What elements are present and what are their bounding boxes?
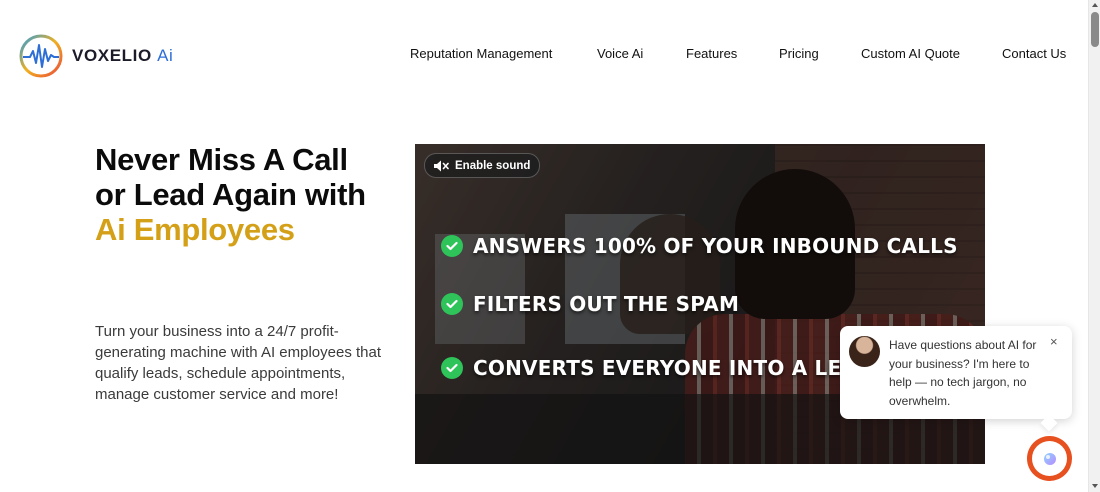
- nav-custom-ai-quote[interactable]: Custom AI Quote: [861, 46, 960, 61]
- hero-title-line2: or Lead Again with: [95, 177, 366, 212]
- chat-bubble-icon: [1032, 441, 1067, 476]
- close-icon[interactable]: ×: [1050, 334, 1058, 349]
- nav-features[interactable]: Features: [686, 46, 737, 61]
- hero-subtitle: Turn your business into a 24/7 profit-ge…: [95, 323, 382, 403]
- video-bullet: CONVERTS EVERYONE INTO A LEA: [441, 356, 857, 380]
- page-scrollbar[interactable]: [1088, 0, 1100, 492]
- nav-reputation-management[interactable]: Reputation Management: [410, 46, 552, 61]
- hero-title: Never Miss A Call or Lead Again with Ai …: [95, 142, 415, 247]
- enable-sound-label: Enable sound: [455, 159, 531, 172]
- scroll-up-arrow-icon[interactable]: [1092, 3, 1098, 7]
- video-bullet-text: CONVERTS EVERYONE INTO A LEA: [473, 356, 858, 380]
- check-circle-icon: [441, 235, 463, 257]
- enable-sound-button[interactable]: Enable sound: [424, 153, 541, 178]
- main-nav: Reputation Management Voice Ai Features …: [0, 46, 1088, 64]
- video-bullet-text: FILTERS OUT THE SPAM: [473, 292, 740, 316]
- chat-message: Have questions about AI for your busines…: [889, 338, 1037, 408]
- check-circle-icon: [441, 293, 463, 315]
- avatar: [849, 336, 880, 367]
- hero-title-line1: Never Miss A Call: [95, 142, 348, 177]
- video-bullet-text: ANSWERS 100% OF YOUR INBOUND CALLS: [473, 234, 958, 258]
- hero-title-accent: Ai Employees: [95, 212, 295, 247]
- nav-contact-us[interactable]: Contact Us: [1002, 46, 1066, 61]
- nav-pricing[interactable]: Pricing: [779, 46, 819, 61]
- scroll-down-arrow-icon[interactable]: [1092, 484, 1098, 488]
- muted-speaker-icon: [434, 160, 449, 171]
- site-header: VOXELIO Ai Reputation Management Voice A…: [0, 0, 1088, 110]
- video-bullet: FILTERS OUT THE SPAM: [441, 292, 739, 316]
- check-circle-icon: [441, 357, 463, 379]
- scrollbar-thumb[interactable]: [1091, 12, 1099, 47]
- chat-popup[interactable]: Have questions about AI for your busines…: [840, 326, 1072, 419]
- nav-voice-ai[interactable]: Voice Ai: [597, 46, 643, 61]
- video-bullet: ANSWERS 100% OF YOUR INBOUND CALLS: [441, 234, 958, 258]
- chat-launcher-button[interactable]: [1027, 436, 1072, 481]
